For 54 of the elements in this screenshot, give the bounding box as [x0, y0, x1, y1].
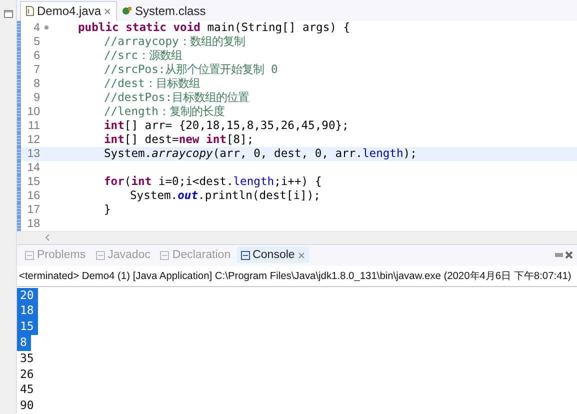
fold-icon[interactable]: [44, 25, 48, 30]
close-icon[interactable]: [298, 252, 305, 259]
restore-icon[interactable]: [4, 10, 12, 18]
line-number: 14: [26, 160, 40, 175]
view-icon: [160, 250, 170, 260]
console-output: 20: [17, 288, 38, 304]
file-icon: [26, 6, 34, 16]
console-output: 18: [17, 303, 38, 320]
code-line: System.out.println(dest[i]);: [130, 188, 320, 203]
line-number: 4: [32, 20, 40, 35]
line-number: 11: [27, 118, 40, 133]
line-number: 7: [32, 62, 40, 77]
console-output: 26: [19, 366, 35, 382]
line-number: 9: [32, 90, 40, 105]
code-line: int[] arr= {20,18,15,8,35,26,45,90};: [104, 118, 349, 133]
view-tab[interactable]: Console: [236, 247, 309, 264]
scroll-left-icon[interactable]: [45, 234, 50, 242]
line-number: 8: [32, 76, 40, 91]
class-icon: [122, 6, 132, 16]
line-number: 16: [26, 188, 40, 203]
code-line: System.arraycopy(arr, 0, dest, 0, arr.length);: [104, 146, 417, 161]
code-line: //arraycopy：数组的复制: [104, 34, 245, 49]
line-number: 5: [32, 34, 40, 49]
console-output: 90: [19, 398, 35, 414]
view-icon: [25, 250, 34, 260]
line-number: 13: [26, 146, 40, 161]
code-line: for(int i=0;i<dest.length;i++) {: [104, 174, 322, 189]
line-number: 17: [26, 202, 40, 217]
line-number: 6: [32, 48, 40, 63]
code-line: //src：源数组: [104, 48, 182, 63]
minimize-icon[interactable]: [555, 251, 563, 260]
code-line: //length：复制的长度: [104, 104, 224, 119]
code-line: //srcPos:从那个位置开始复制 0: [104, 62, 278, 77]
close-icon[interactable]: [565, 251, 573, 260]
editor-tab[interactable]: Demo4.java: [20, 0, 118, 21]
close-icon[interactable]: [104, 8, 112, 15]
console-output: 35: [19, 350, 35, 367]
line-number: 10: [26, 104, 40, 119]
code-line: int[] dest=new int[8];: [104, 132, 254, 147]
horizontal-scrollbar[interactable]: [17, 230, 577, 244]
code-line: }: [104, 202, 111, 217]
line-number: 18: [26, 216, 40, 231]
view-icon: [96, 250, 105, 260]
code-line: //destPos:目标数组的位置: [104, 90, 250, 105]
line-number: 15: [26, 174, 40, 189]
console-output: 8: [17, 335, 31, 351]
line-number: 12: [26, 132, 40, 147]
console-output: 15: [17, 319, 38, 336]
console-status: <terminated> Demo4 (1) [Java Application] C:\Program Files\Java\jdk1.8.0_131\bin\javaw.exe (2020年4月6日 下午8:07:41): [17, 266, 577, 287]
code-line: //dest：目标数组: [104, 76, 200, 91]
console-output: 45: [19, 382, 35, 398]
code-line: public static void main(String[] args) {: [78, 20, 350, 35]
view-icon: [240, 250, 250, 260]
editor-tab[interactable]: System.class: [117, 2, 211, 21]
